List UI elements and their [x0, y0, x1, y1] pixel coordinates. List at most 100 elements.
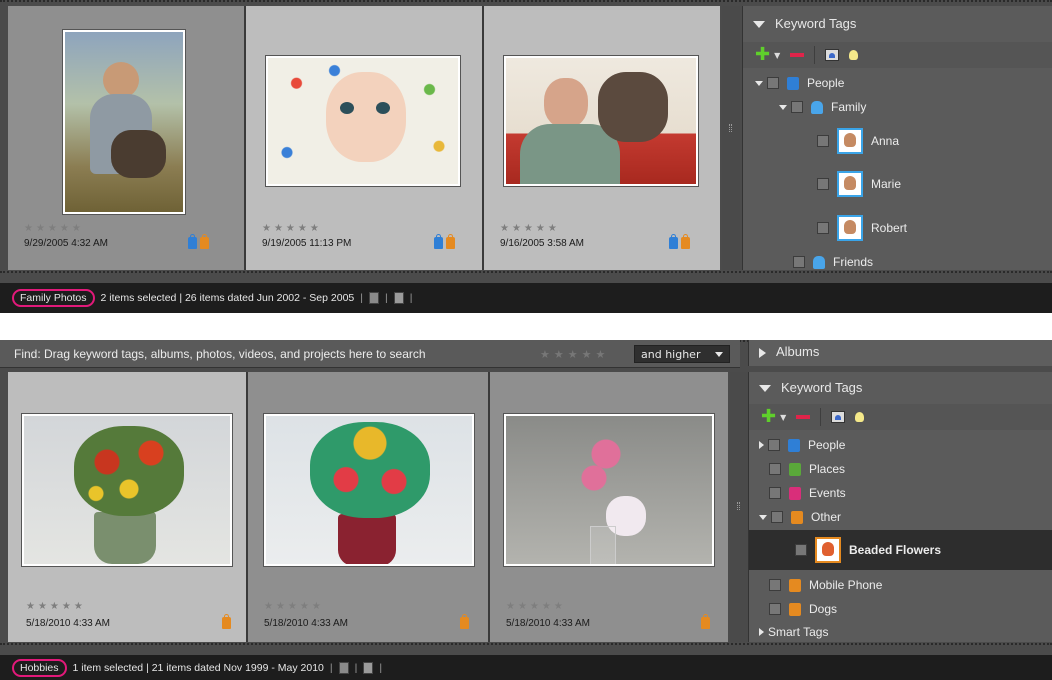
tree-label: Family — [831, 100, 867, 114]
photo-man-with-dog[interactable] — [504, 56, 698, 186]
tree-item-people[interactable]: People — [749, 436, 1052, 454]
rating-stars[interactable]: ★★★★★ — [506, 601, 566, 612]
find-bar[interactable]: Find: Drag keyword tags, albums, photos,… — [0, 340, 740, 368]
tree-item-beaded-flowers[interactable]: Beaded Flowers — [749, 530, 1052, 570]
keyword-tags-header[interactable]: Keyword Tags — [743, 16, 1052, 31]
tag-badges — [460, 614, 469, 629]
add-tag-icon[interactable]: ✚ — [761, 408, 776, 426]
tag-badges — [669, 234, 690, 249]
tree-item-family[interactable]: Family — [743, 98, 1052, 116]
status-separator: | — [409, 292, 413, 304]
splitter-grip[interactable] — [737, 502, 740, 510]
expand-arrow-icon[interactable] — [759, 514, 767, 520]
tree-label: Events — [809, 486, 846, 500]
rating-stars[interactable]: ★★★★★ — [26, 601, 86, 612]
keyword-tags-header[interactable]: Keyword Tags — [749, 380, 1052, 395]
collapse-arrow-icon[interactable] — [759, 385, 771, 393]
checkbox[interactable] — [817, 222, 829, 234]
tree-item-smart-tags[interactable]: Smart Tags — [749, 623, 1052, 641]
splitter-grip[interactable] — [729, 124, 732, 132]
tag-badges — [434, 234, 455, 249]
rating-stars[interactable]: ★★★★★ — [500, 223, 560, 234]
tree-item-events[interactable]: Events — [749, 484, 1052, 502]
tree-item-places[interactable]: Places — [749, 460, 1052, 478]
document-icon[interactable] — [338, 661, 349, 674]
photo-beaded-flowers-pink[interactable] — [504, 414, 714, 566]
status-separator: | — [379, 661, 383, 674]
dropdown-arrow-icon[interactable]: ▼ — [780, 413, 786, 422]
grid-cell-3[interactable]: ★★★★★ 9/16/2005 3:58 AM — [484, 6, 720, 270]
grid-scrollbar[interactable] — [722, 6, 740, 270]
expand-arrow-icon[interactable] — [779, 104, 787, 110]
checkbox[interactable] — [769, 463, 781, 475]
photo-beaded-flowers-sunflower[interactable] — [264, 414, 474, 566]
checkbox[interactable] — [769, 603, 781, 615]
chevron-down-icon[interactable] — [715, 352, 723, 357]
tag-image-icon[interactable] — [825, 49, 840, 61]
rating-stars[interactable]: ★★★★★ — [264, 601, 324, 612]
grid-cell-2[interactable]: ★★★★★ 5/18/2010 4:33 AM — [248, 372, 488, 642]
other-badge-icon — [446, 234, 455, 249]
tree-label: People — [808, 438, 846, 452]
find-rating-stars[interactable]: ★★★★★ — [540, 348, 609, 361]
photo-woman-with-dog[interactable] — [63, 30, 185, 214]
dropdown-arrow-icon[interactable]: ▼ — [774, 51, 780, 60]
album-name[interactable]: Family Photos — [12, 289, 95, 307]
document-icon[interactable] — [368, 292, 379, 304]
remove-tag-icon[interactable] — [796, 415, 811, 419]
top-organizer-panel: ★★★★★ 9/29/2005 4:32 AM ★★★★★ 9/19/2005 … — [0, 0, 1052, 310]
album-name[interactable]: Hobbies — [12, 658, 67, 677]
checkbox[interactable] — [817, 135, 829, 147]
rating-stars[interactable]: ★★★★★ — [24, 223, 84, 234]
checkbox[interactable] — [791, 101, 803, 113]
photo-date: 9/16/2005 3:58 AM — [500, 238, 584, 249]
tree-item-other[interactable]: Other — [749, 508, 1052, 526]
checkbox[interactable] — [795, 544, 807, 556]
tree-item-anna[interactable]: Anna — [743, 126, 1052, 156]
checkbox[interactable] — [817, 178, 829, 190]
lightbulb-icon[interactable] — [849, 50, 859, 60]
rating-stars[interactable]: ★★★★★ — [262, 223, 322, 234]
checkbox[interactable] — [771, 511, 783, 523]
remove-tag-icon[interactable] — [790, 53, 805, 57]
lock-icon[interactable] — [363, 661, 374, 674]
photo-date: 5/18/2010 4:33 AM — [26, 618, 110, 629]
tree-item-friends[interactable]: Friends — [743, 253, 1052, 271]
tree-label: Dogs — [809, 602, 838, 616]
albums-header[interactable]: Albums — [749, 344, 1052, 359]
expand-arrow-icon[interactable] — [759, 441, 764, 449]
tree-item-robert[interactable]: Robert — [743, 213, 1052, 243]
checkbox[interactable] — [769, 579, 781, 591]
expand-arrow-icon[interactable] — [755, 80, 763, 86]
lightbulb-icon[interactable] — [855, 412, 865, 422]
photo-beaded-flowers-red[interactable] — [22, 414, 232, 566]
expand-arrow-icon[interactable] — [759, 628, 764, 636]
status-separator: | — [384, 292, 388, 304]
checkbox[interactable] — [793, 256, 805, 268]
photo-baby[interactable] — [266, 56, 460, 186]
grid-cell-1[interactable]: ★★★★★ 9/29/2005 4:32 AM — [8, 6, 244, 270]
tree-item-mobile-phone[interactable]: Mobile Phone — [749, 576, 1052, 594]
expand-arrow-icon[interactable] — [759, 347, 766, 358]
other-tag-icon — [791, 510, 803, 524]
keyword-toolbar: ✚ ▼ — [743, 42, 1052, 68]
checkbox[interactable] — [768, 439, 780, 451]
grid-cell-1[interactable]: ★★★★★ 5/18/2010 4:33 AM — [8, 372, 246, 642]
grid-scrollbar[interactable] — [730, 372, 748, 642]
grid-cell-2[interactable]: ★★★★★ 9/19/2005 11:13 PM — [246, 6, 482, 270]
tree-item-marie[interactable]: Marie — [743, 169, 1052, 199]
other-badge-icon — [460, 614, 469, 629]
tree-item-dogs[interactable]: Dogs — [749, 600, 1052, 618]
checkbox[interactable] — [767, 77, 779, 89]
collapse-arrow-icon[interactable] — [753, 21, 765, 29]
toolbar-separator — [814, 46, 816, 64]
checkbox[interactable] — [769, 487, 781, 499]
grid-cell-3[interactable]: ★★★★★ 5/18/2010 4:33 AM — [490, 372, 728, 642]
lock-icon[interactable] — [393, 292, 404, 304]
rating-filter-select[interactable]: and higher — [634, 345, 730, 363]
tag-image-icon[interactable] — [831, 411, 846, 423]
tree-item-people[interactable]: People — [743, 74, 1052, 92]
places-tag-icon — [789, 462, 801, 476]
add-tag-icon[interactable]: ✚ — [755, 46, 770, 64]
toolbar-separator — [820, 408, 822, 426]
